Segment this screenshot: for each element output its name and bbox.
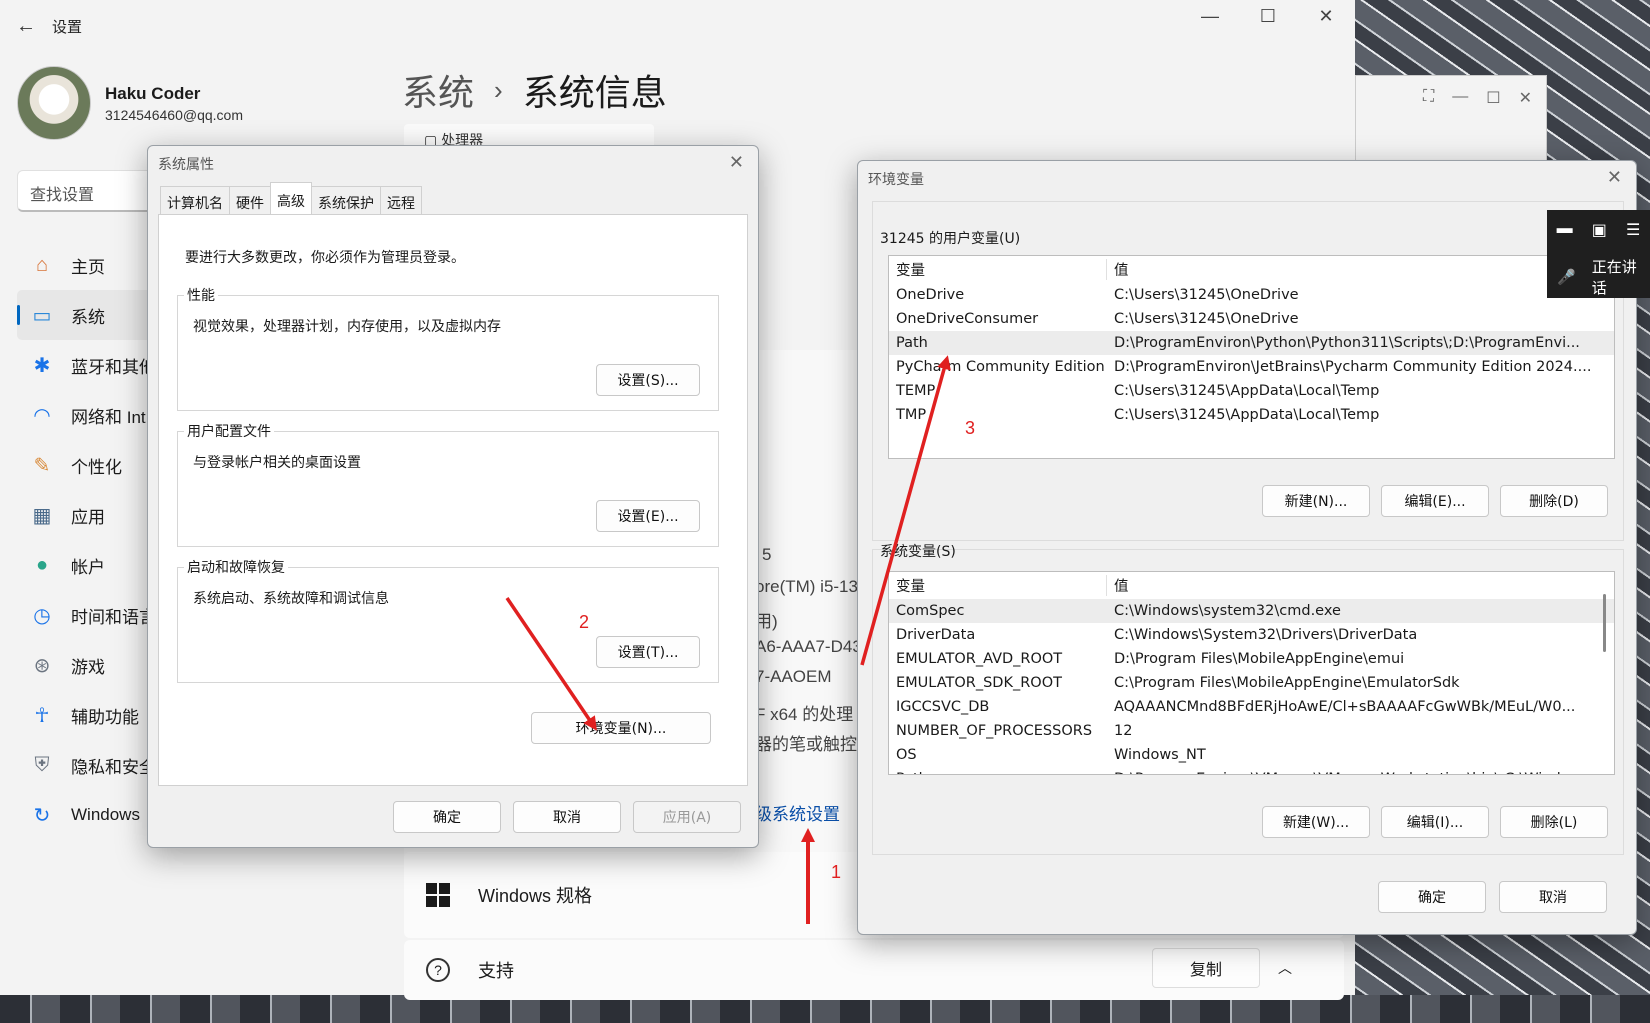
arrow-3 — [860, 355, 951, 666]
annotation-number: 1 — [831, 862, 842, 882]
annotation-number: 2 — [579, 612, 590, 632]
annotation-number: 3 — [965, 418, 976, 438]
annotation-arrows — [505, 355, 951, 924]
